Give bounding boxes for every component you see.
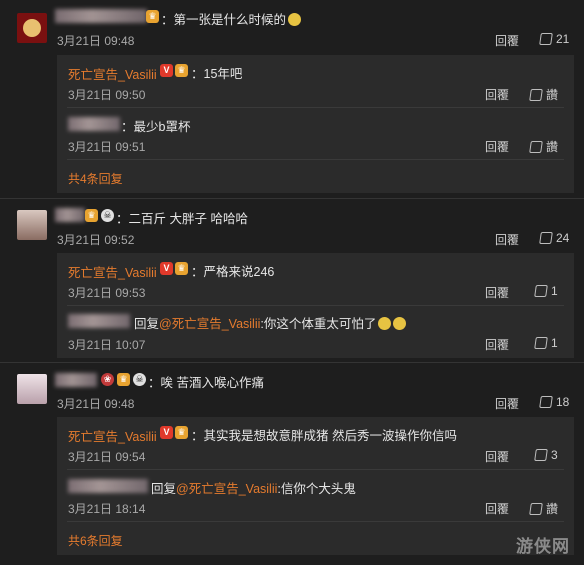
like-button[interactable]: 讚	[529, 138, 558, 155]
like-button[interactable]: 18	[539, 395, 570, 409]
like-count: 24	[556, 231, 570, 245]
skull-badge-icon: ☠	[101, 209, 114, 222]
reply-button[interactable]: 回覆	[485, 336, 509, 353]
like-button[interactable]: 讚	[529, 86, 558, 103]
username-blurred[interactable]	[68, 117, 120, 131]
more-replies-link[interactable]: 共6条回复	[68, 532, 123, 549]
verified-badge-icon: V	[160, 64, 173, 77]
member-badge-icon: ♛	[175, 426, 188, 439]
reply-button[interactable]: 回覆	[495, 32, 519, 49]
rose-badge-icon: ❀	[101, 373, 114, 386]
thumbs-up-icon	[534, 337, 548, 349]
reply-text: ：严格来说246	[191, 265, 275, 279]
user-avatar[interactable]	[17, 13, 47, 43]
reply-item: 死亡宣告_Vasilii	[68, 262, 157, 281]
verified-badge-icon: V	[160, 262, 173, 275]
divider	[67, 107, 564, 108]
thumbs-up-icon	[529, 88, 543, 101]
reply-text: ：最少b罩杯	[121, 120, 191, 134]
reply-button[interactable]: 回覆	[495, 231, 519, 248]
thumbs-up-icon	[539, 232, 553, 244]
member-badge-icon: ♛	[85, 209, 98, 222]
reply-author-link[interactable]: 死亡宣告_Vasilii	[68, 266, 157, 280]
reply-text: ：其实我是想故意胖成猪 然后秀一波操作你信吗	[191, 429, 457, 443]
username-blurred[interactable]	[68, 479, 148, 493]
username-blurred[interactable]	[55, 9, 147, 23]
comment-text: ：唉 苦酒入喉心作痛	[148, 376, 264, 390]
comment-time: 3月21日 09:52	[57, 233, 135, 247]
reply-time: 3月21日 10:07	[68, 338, 146, 352]
reply-button[interactable]: 回覆	[485, 86, 509, 103]
reply-item: 死亡宣告_Vasilii	[68, 426, 157, 445]
reply-button[interactable]: 回覆	[495, 395, 519, 412]
thumbs-up-icon	[539, 33, 553, 45]
thumbs-up-icon	[534, 285, 548, 297]
user-avatar[interactable]	[17, 210, 47, 240]
reply-text: ：15年吧	[191, 67, 243, 81]
thumbs-up-icon	[534, 449, 548, 461]
like-count: 21	[556, 32, 570, 46]
like-button[interactable]: 24	[539, 231, 570, 245]
divider	[67, 469, 564, 470]
like-button[interactable]: 1	[534, 284, 558, 298]
divider	[67, 159, 564, 160]
reply-item: 死亡宣告_Vasilii	[68, 64, 157, 83]
mention-link[interactable]: @死亡宣告_Vasilii	[159, 317, 260, 331]
reply-text: 回复@死亡宣告_Vasilii:你这个体重太可怕了	[134, 313, 407, 332]
reply-time: 3月21日 09:54	[68, 450, 146, 464]
reply-time: 3月21日 09:50	[68, 88, 146, 102]
member-badge-icon: ♛	[146, 10, 159, 23]
reply-time: 3月21日 09:51	[68, 140, 146, 154]
like-count: 1	[551, 336, 558, 350]
like-button[interactable]: 讚	[529, 500, 558, 517]
avatar-logo	[23, 19, 41, 37]
emoji-icon	[288, 13, 302, 26]
reply-button[interactable]: 回覆	[485, 138, 509, 155]
reply-author-link[interactable]: 死亡宣告_Vasilii	[68, 430, 157, 444]
like-button[interactable]: 3	[534, 448, 558, 462]
member-badge-icon: ♛	[175, 64, 188, 77]
username-blurred[interactable]	[68, 314, 130, 328]
like-count: 18	[556, 395, 570, 409]
mention-link[interactable]: @死亡宣告_Vasilii	[176, 482, 277, 496]
thumbs-up-icon	[539, 396, 553, 408]
reply-button[interactable]: 回覆	[485, 448, 509, 465]
thread-divider	[0, 362, 584, 363]
comment-text: ：二百斤 大胖子 哈哈哈	[116, 212, 248, 226]
comment-time: 3月21日 09:48	[57, 34, 135, 48]
member-badge-icon: ♛	[117, 373, 130, 386]
comment-time: 3月21日 09:48	[57, 397, 135, 411]
username-blurred[interactable]	[55, 208, 85, 222]
username-blurred[interactable]	[55, 373, 97, 387]
user-avatar[interactable]	[17, 374, 47, 404]
skull-badge-icon: ☠	[133, 373, 146, 386]
reply-button[interactable]: 回覆	[485, 500, 509, 517]
like-button[interactable]: 21	[539, 32, 570, 46]
reply-text: 回复@死亡宣告_Vasilii:信你个大头鬼	[151, 482, 356, 496]
emoji-icon	[393, 317, 407, 330]
verified-badge-icon: V	[160, 426, 173, 439]
thumbs-up-icon	[529, 502, 543, 515]
reply-time: 3月21日 18:14	[68, 502, 146, 516]
thumbs-up-icon	[529, 140, 543, 153]
reply-button[interactable]: 回覆	[485, 284, 509, 301]
reply-author-link[interactable]: 死亡宣告_Vasilii	[68, 68, 157, 82]
divider	[67, 521, 564, 522]
emoji-icon	[378, 317, 392, 330]
like-button[interactable]: 1	[534, 336, 558, 350]
comment-text: ：第一张是什么时候的	[161, 9, 302, 28]
member-badge-icon: ♛	[175, 262, 188, 275]
watermark-logo: 游侠网	[516, 537, 570, 556]
thread-divider	[0, 198, 584, 199]
like-count: 3	[551, 448, 558, 462]
reply-time: 3月21日 09:53	[68, 286, 146, 300]
divider	[67, 305, 564, 306]
more-replies-link[interactable]: 共4条回复	[68, 170, 123, 187]
like-count: 1	[551, 284, 558, 298]
